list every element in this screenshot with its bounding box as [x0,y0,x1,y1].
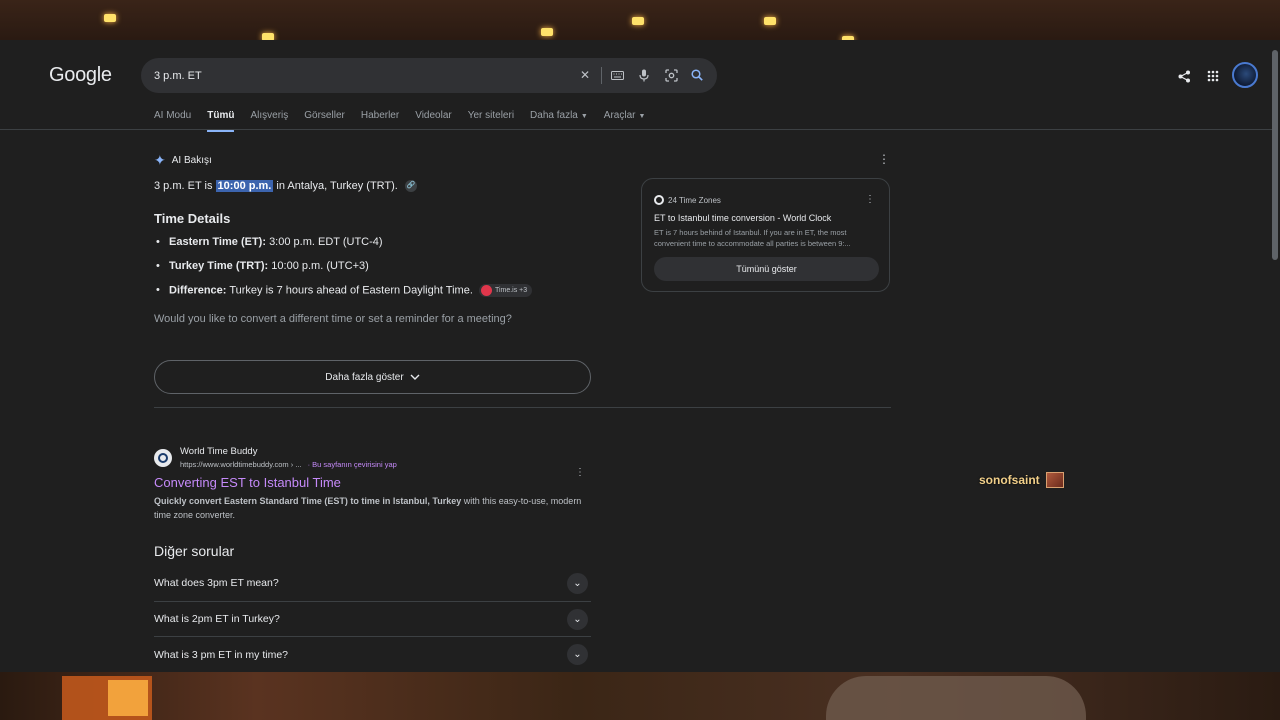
microphone-icon[interactable] [635,66,653,84]
pixel-art-decoration [826,676,1086,720]
chevron-down-icon [410,374,420,380]
tab-label: Yer siteleri [467,110,515,121]
result-title-link[interactable]: Converting EST to Istanbul Time [154,475,341,490]
source-card[interactable]: 24 Time Zones ⋮ ET to Istanbul time conv… [641,178,890,292]
ai-followup-text: Would you like to convert a different ti… [154,313,512,325]
google-logo[interactable]: Google [49,64,112,87]
chevron-down-icon[interactable]: ⌄ [567,608,588,630]
card-source: 24 Time Zones [654,195,721,205]
tab-label: Haberler [360,110,400,121]
snippet-bold: Quickly convert Eastern Standard Time (E… [154,496,462,506]
time-details-list: Eastern Time (ET): 3:00 p.m. EDT (UTC-4)… [154,236,533,308]
related-question[interactable]: What is 2pm ET in Turkey? ⌄ [154,602,591,637]
time-details-heading: Time Details [154,211,231,226]
streamer-name: sonofsaint [979,473,1040,487]
list-item: Eastern Time (ET): 3:00 p.m. EDT (UTC-4) [154,236,532,260]
page-scrollbar[interactable] [1272,40,1278,672]
sparkle-icon: ✦ [154,152,166,168]
bullet-label: Eastern Time (ET): [169,236,266,248]
keyboard-icon[interactable] [608,66,626,84]
chevron-down-icon[interactable]: ⌄ [567,573,588,594]
related-questions-list: What does 3pm ET mean? ⌄ What is 2pm ET … [154,566,591,672]
result-url: https://www.worldtimebuddy.com › ... [180,460,302,469]
lamp-decoration [632,17,644,25]
tab-label: Araçlar [603,110,636,121]
tab-label: Videolar [415,110,452,121]
question-text: What is 2pm ET in Turkey? [154,612,280,625]
bullet-text: 10:00 p.m. (UTC+3) [271,260,369,272]
timeis-favicon-icon [480,285,492,296]
ai-overview-header: ✦ AI Bakışı [154,152,212,169]
result-snippet: Quickly convert Eastern Standard Time (E… [154,494,584,522]
scrollbar-thumb[interactable] [1272,50,1278,260]
section-divider [154,407,891,408]
overlay-frame-bottom [0,672,1280,720]
search-bar[interactable]: ✕ [141,58,717,93]
lamp-decoration [541,28,553,36]
tab-label: Alışveriş [250,110,289,121]
bullet-text: 3:00 p.m. EDT (UTC-4) [269,236,383,248]
chevron-down-icon[interactable]: ⌄ [567,644,588,665]
lens-icon[interactable] [662,66,680,84]
list-item: Turkey Time (TRT): 10:00 p.m. (UTC+3) [154,260,532,284]
related-question[interactable]: What does 3pm ET mean? ⌄ [154,566,591,602]
caret-down-icon: ▼ [580,113,588,120]
related-questions-heading: Diğer sorular [154,543,235,559]
card-source-name: 24 Time Zones [668,195,721,205]
tab-label: Görseller [304,110,345,121]
clear-icon[interactable]: ✕ [576,66,594,84]
search-input[interactable] [154,67,554,85]
show-more-label: Daha fazla göster [325,371,404,383]
stream-overlay-tag: sonofsaint [979,472,1064,488]
more-options-icon[interactable]: ⋮ [878,152,890,166]
clock-favicon-icon [654,195,664,205]
show-all-button[interactable]: Tümünü göster [654,257,879,281]
pixel-art-decoration [108,680,148,716]
tab-label: Daha fazla [530,110,578,121]
list-item: Difference: Turkey is 7 hours ahead of E… [154,284,533,308]
result-site-name[interactable]: World Time Buddy [180,446,257,457]
source-chip[interactable]: Time.is +3 [478,284,533,297]
result-url-line: https://www.worldtimebuddy.com › ... · Bu… [180,460,397,469]
more-options-icon[interactable]: ⋮ [865,194,875,205]
overlay-frame-top [0,0,1280,44]
bullet-label: Turkey Time (TRT): [169,260,269,272]
site-favicon-icon [154,449,172,467]
answer-highlight: 10:00 p.m. [215,180,274,192]
apps-grid-icon[interactable] [1204,67,1222,85]
card-title[interactable]: ET to Istanbul time conversion - World C… [654,213,831,223]
bullet-text: Turkey is 7 hours ahead of Eastern Dayli… [229,284,473,297]
browser-viewport: Google ✕ AI Modu Tümü Alışveriş Görselle… [0,40,1280,672]
caret-down-icon: ▼ [638,113,646,120]
answer-text: in Antalya, Turkey (TRT). [276,180,398,192]
answer-text: 3 p.m. ET is [154,180,213,192]
card-snippet: ET is 7 hours behind of Istanbul. If you… [654,228,851,248]
ai-answer: 3 p.m. ET is 10:00 p.m. in Antalya, Turk… [154,180,417,193]
lamp-decoration [764,17,776,25]
bullet-label: Difference: [169,284,227,297]
account-avatar[interactable] [1232,62,1258,88]
share-icon[interactable] [1175,67,1193,85]
lamp-decoration [104,14,116,22]
question-text: What is 3 pm ET in my time? [154,648,289,661]
tabs-divider [0,129,1272,130]
tab-label: AI Modu [154,110,192,121]
search-divider [601,67,602,84]
related-question[interactable]: What is 3 pm ET in my time? ⌄ [154,637,591,672]
tab-label: Tümü [207,110,235,121]
more-options-icon[interactable]: ⋮ [575,467,585,478]
question-text: What does 3pm ET mean? [154,577,279,590]
source-chip-label: Time.is +3 [494,287,528,294]
translate-link[interactable]: · Bu sayfanın çevirisini yap [308,460,397,469]
ai-overview-title: AI Bakışı [171,155,212,166]
link-icon[interactable]: 🔗 [404,180,417,193]
streamer-badge-icon [1045,472,1064,488]
search-icon[interactable] [688,66,706,84]
show-more-button[interactable]: Daha fazla göster [154,360,591,394]
